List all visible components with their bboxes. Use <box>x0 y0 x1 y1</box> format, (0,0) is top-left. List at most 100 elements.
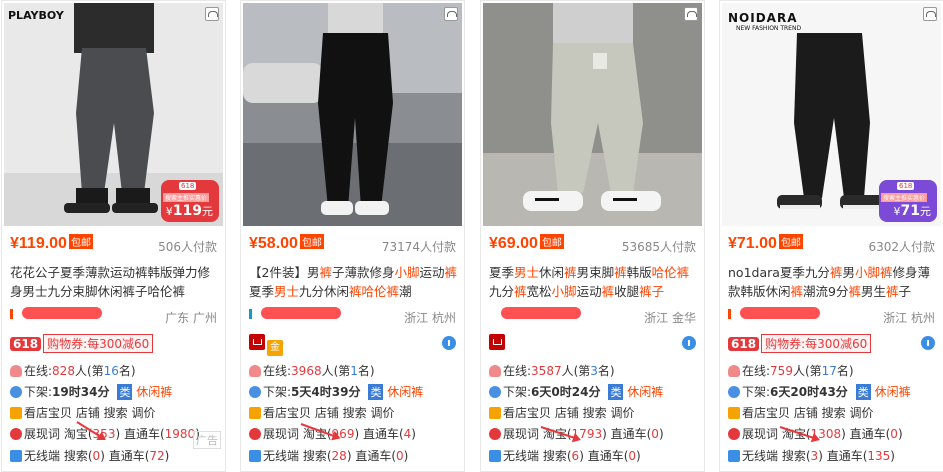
location: 浙江 金华 <box>644 311 696 325</box>
shop-name-redacted[interactable] <box>261 307 341 319</box>
shop-row: 浙江 金华 <box>489 307 696 327</box>
product-image[interactable]: NOIDARA NEW FASHION TREND 618 搜索主推实惠价 ¥71… <box>722 3 941 226</box>
shop-row: 广东 广州 <box>10 307 217 327</box>
product-title[interactable]: no1dara夏季九分裤男小脚裤修身薄款韩版休闲裤潮流9分裤男生裤子 <box>728 263 937 301</box>
wireless-line[interactable]: 无线端 搜索(3) 直通车(135) <box>728 447 939 464</box>
promo-sub: 搜索主推实惠价 <box>163 193 210 202</box>
price: ¥119.00 <box>10 235 67 252</box>
person-icon <box>728 365 740 377</box>
clock-icon <box>489 386 501 398</box>
promo-tag: 618 <box>179 182 197 190</box>
category-badge: 类 <box>117 384 133 400</box>
price: ¥69.00 <box>489 235 538 252</box>
info-icon[interactable] <box>442 336 456 350</box>
show-words-line[interactable]: 展现词 淘宝(1308) 直通车(0) <box>728 425 939 442</box>
wireless-line[interactable]: 无线端 搜索(0) 直通车(72) <box>10 447 221 464</box>
clock-icon <box>249 386 261 398</box>
sales-count: 73174人付款 <box>381 240 456 254</box>
product-title[interactable]: 夏季男士休闲裤男束脚裤韩版哈伦裤九分裤宽松小脚运动裤收腿裤子 <box>489 263 698 301</box>
price-row: ¥69.00 包邮 53685人付款 <box>489 234 696 258</box>
product-image[interactable] <box>243 3 462 226</box>
badge-618: 618 <box>10 337 42 351</box>
wireless-line[interactable]: 无线端 搜索(28) 直通车(0) <box>249 447 460 464</box>
product-title[interactable]: 【2件装】男裤子薄款修身小脚运动裤夏季男士九分休闲裤哈伦裤潮 <box>249 263 458 301</box>
favorite-icon[interactable] <box>923 7 937 21</box>
shop-name-redacted[interactable] <box>501 307 581 319</box>
badge-row: 618 购物券:每300减60 <box>10 334 217 354</box>
location: 浙江 杭州 <box>404 311 456 325</box>
favorite-icon[interactable] <box>205 7 219 21</box>
category-name[interactable]: 休闲裤 <box>627 385 663 399</box>
show-icon <box>728 428 740 440</box>
promo-tag: 618 <box>897 182 915 190</box>
shop-row: 浙江 杭州 <box>249 307 456 327</box>
tmall-icon <box>249 334 265 350</box>
coupon-badge[interactable]: 购物券:每300减60 <box>761 334 872 353</box>
shop-links[interactable]: 看店宝贝 店铺 搜索 调价 <box>10 404 221 421</box>
gold-seller-icon: 金 <box>267 340 283 356</box>
free-shipping-badge: 包邮 <box>778 234 803 249</box>
category-name[interactable]: 休闲裤 <box>875 385 911 399</box>
badge-618: 618 <box>728 337 760 351</box>
shop-name-redacted[interactable] <box>22 307 102 319</box>
product-image[interactable] <box>483 3 702 226</box>
shop-icon <box>249 309 257 319</box>
clock-icon <box>10 386 22 398</box>
coupon-badge[interactable]: 购物券:每300减60 <box>43 334 154 353</box>
show-icon <box>489 428 501 440</box>
price: ¥71.00 <box>728 235 777 252</box>
product-card[interactable]: ¥58.00 包邮 73174人付款 【2件装】男裤子薄款修身小脚运动裤夏季男士九… <box>240 0 465 472</box>
category-badge: 类 <box>855 384 871 400</box>
sales-count: 506人付款 <box>158 240 217 254</box>
shop-links[interactable]: 看店宝贝 店铺 搜索 调价 <box>489 404 700 421</box>
product-card[interactable]: NOIDARA NEW FASHION TREND 618 搜索主推实惠价 ¥71… <box>719 0 943 472</box>
price-row: ¥58.00 包邮 73174人付款 <box>249 234 456 258</box>
info-icon[interactable] <box>682 336 696 350</box>
sales-count: 6302人付款 <box>868 240 935 254</box>
product-card[interactable]: ¥69.00 包邮 53685人付款 夏季男士休闲裤男束脚裤韩版哈伦裤九分裤宽松小… <box>480 0 705 472</box>
shop-links[interactable]: 看店宝贝 店铺 搜索 调价 <box>728 404 939 421</box>
product-card[interactable]: PLAYBOY 618 搜索主推实惠价 ¥119元 ¥119.00 包邮 506人… <box>1 0 226 472</box>
shop-name-redacted[interactable] <box>740 307 820 319</box>
show-words-line[interactable]: 展现词 淘宝(1793) 直通车(0) <box>489 425 700 442</box>
favorite-icon[interactable] <box>444 7 458 21</box>
badge-row <box>489 334 696 354</box>
mobile-icon <box>249 450 261 462</box>
favorite-icon[interactable] <box>684 7 698 21</box>
info-icon[interactable] <box>921 336 935 350</box>
category-name[interactable]: 休闲裤 <box>136 385 172 399</box>
show-words-line[interactable]: 展现词 淘宝(353) 直通车(1980) <box>10 425 221 442</box>
sales-count: 53685人付款 <box>621 240 696 254</box>
shop-view-icon <box>249 407 261 419</box>
online-line: 在线:3968人(第1名) <box>249 362 460 379</box>
shop-icon <box>10 309 18 319</box>
product-title[interactable]: 花花公子夏季薄款运动裤韩版弹力修身男士九分束脚休闲裤子哈伦裤 <box>10 263 219 301</box>
mobile-icon <box>728 450 740 462</box>
shop-view-icon <box>10 407 22 419</box>
shelf-line: 下架:19时34分类 休闲裤 <box>10 383 221 400</box>
shop-links[interactable]: 看店宝贝 店铺 搜索 调价 <box>249 404 460 421</box>
promo-price: ¥71元 <box>893 203 931 219</box>
online-line: 在线:828人(第16名) <box>10 362 221 379</box>
promo-sub: 搜索主推实惠价 <box>881 193 928 202</box>
free-shipping-badge: 包邮 <box>539 234 564 249</box>
price-row: ¥119.00 包邮 506人付款 <box>10 234 217 258</box>
shelf-line: 下架:6天20时43分类 休闲裤 <box>728 383 939 400</box>
shelf-line: 下架:6天0时24分类 休闲裤 <box>489 383 700 400</box>
ad-label: 广告 <box>193 431 221 449</box>
badge-row: 618 购物券:每300减60 <box>728 334 935 354</box>
shop-view-icon <box>728 407 740 419</box>
shop-icon <box>728 309 736 319</box>
clock-icon <box>728 386 740 398</box>
brand-logo: NOIDARA NEW FASHION TREND <box>728 11 802 32</box>
show-words-line[interactable]: 展现词 淘宝(969) 直通车(4) <box>249 425 460 442</box>
category-name[interactable]: 休闲裤 <box>387 385 423 399</box>
product-image[interactable]: PLAYBOY 618 搜索主推实惠价 ¥119元 <box>4 3 223 226</box>
free-shipping-badge: 包邮 <box>299 234 324 249</box>
mobile-icon <box>10 450 22 462</box>
wireless-line[interactable]: 无线端 搜索(6) 直通车(0) <box>489 447 700 464</box>
show-icon <box>249 428 261 440</box>
person-icon <box>249 365 261 377</box>
badge-row: 金 <box>249 334 456 356</box>
location: 广东 广州 <box>165 311 217 325</box>
